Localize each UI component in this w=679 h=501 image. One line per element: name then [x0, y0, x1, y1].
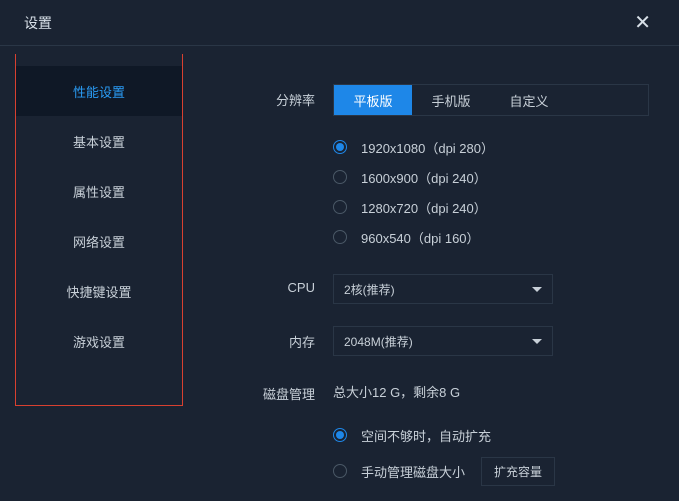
radio-icon	[333, 140, 347, 154]
disk-option-manual[interactable]: 手动管理磁盘大小 扩充容量	[333, 453, 649, 489]
radio-icon	[333, 428, 347, 442]
close-icon[interactable]: ✕	[626, 6, 659, 39]
radio-icon	[333, 464, 347, 478]
chevron-down-icon	[532, 339, 542, 344]
memory-value: 2048M(推荐)	[344, 333, 413, 350]
sidebar-item-property[interactable]: 属性设置	[16, 166, 182, 216]
disk-option-auto[interactable]: 空间不够时，自动扩充	[333, 417, 649, 453]
sidebar-item-label: 游戏设置	[73, 332, 125, 351]
disk-info: 总大小12 G，剩余8 G	[333, 378, 649, 401]
radio-icon	[333, 230, 347, 244]
main-panel: 分辨率 平板版 手机版 自定义 1920x1080（dpi 280） 1600x…	[183, 46, 679, 501]
resolution-option-1600[interactable]: 1600x900（dpi 240）	[333, 162, 649, 192]
sidebar-item-label: 属性设置	[73, 182, 125, 201]
resolution-option-960[interactable]: 960x540（dpi 160）	[333, 222, 649, 252]
resolution-label: 分辨率	[243, 84, 315, 109]
sidebar-item-game[interactable]: 游戏设置	[16, 316, 182, 366]
radio-icon	[333, 200, 347, 214]
tab-tablet[interactable]: 平板版	[334, 85, 412, 115]
sidebar-item-network[interactable]: 网络设置	[16, 216, 182, 266]
sidebar-item-basic[interactable]: 基本设置	[16, 116, 182, 166]
sidebar: 性能设置 基本设置 属性设置 网络设置 快捷键设置 游戏设置	[15, 54, 183, 406]
sidebar-item-label: 快捷键设置	[66, 282, 131, 301]
window-title: 设置	[24, 13, 52, 33]
tab-custom[interactable]: 自定义	[490, 85, 568, 115]
expand-capacity-button[interactable]: 扩充容量	[481, 457, 555, 486]
cpu-select[interactable]: 2核(推荐)	[333, 274, 553, 304]
sidebar-item-label: 性能设置	[73, 82, 125, 101]
sidebar-item-shortcut[interactable]: 快捷键设置	[16, 266, 182, 316]
tab-phone[interactable]: 手机版	[412, 85, 490, 115]
sidebar-item-performance[interactable]: 性能设置	[16, 66, 182, 116]
disk-label: 磁盘管理	[243, 378, 315, 403]
memory-select[interactable]: 2048M(推荐)	[333, 326, 553, 356]
chevron-down-icon	[532, 287, 542, 292]
cpu-label: CPU	[243, 274, 315, 295]
radio-icon	[333, 170, 347, 184]
titlebar: 设置 ✕	[0, 0, 679, 46]
memory-label: 内存	[243, 326, 315, 351]
resolution-option-1280[interactable]: 1280x720（dpi 240）	[333, 192, 649, 222]
sidebar-item-label: 基本设置	[73, 132, 125, 151]
sidebar-item-label: 网络设置	[73, 232, 125, 251]
resolution-tabs: 平板版 手机版 自定义	[333, 84, 649, 116]
cpu-value: 2核(推荐)	[344, 281, 395, 298]
resolution-option-1920[interactable]: 1920x1080（dpi 280）	[333, 132, 649, 162]
